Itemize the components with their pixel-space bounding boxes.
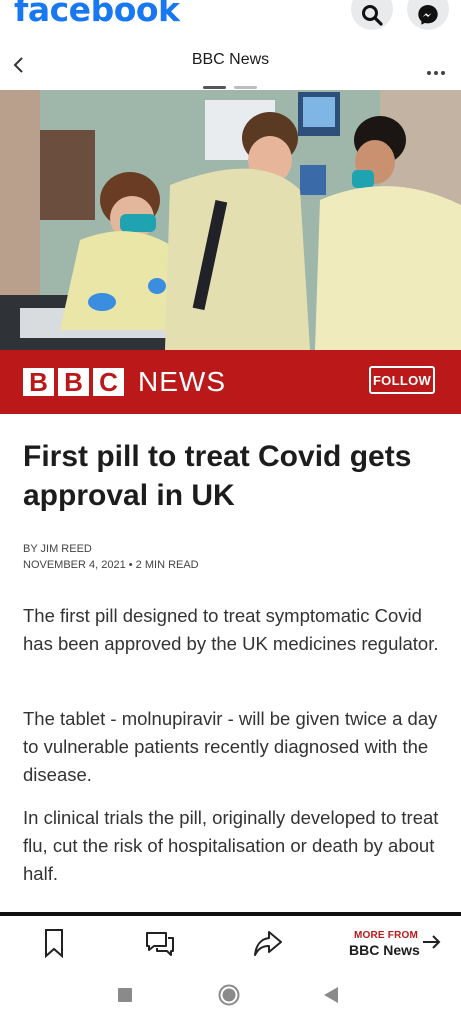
article-dateline: NOVEMBER 4, 2021 • 2 MIN READ (23, 559, 199, 571)
news-wordmark: NEWS (138, 366, 226, 397)
article-byline: BY JIM REED (23, 543, 92, 555)
facebook-logo[interactable]: facebook (14, 0, 180, 29)
article-toolbar: MORE FROM BBC News (0, 916, 461, 970)
system-nav-bar (0, 970, 461, 1024)
more-from-link[interactable]: MORE FROM BBC News (349, 930, 420, 958)
bbc-logo-letter: B (58, 368, 89, 396)
search-button[interactable] (351, 0, 393, 30)
page-title: BBC News (191, 51, 270, 68)
more-from-label: MORE FROM (354, 930, 419, 941)
hero-photo-illustration (0, 90, 461, 350)
triangle-back-icon[interactable] (324, 987, 338, 1003)
messenger-icon (418, 5, 438, 25)
comment-icon[interactable] (144, 928, 176, 958)
bookmark-icon[interactable] (44, 928, 64, 958)
follow-button[interactable]: FOLLOW (369, 366, 435, 394)
facebook-top-bar: facebook (0, 0, 461, 32)
bbc-logo-letter: B (23, 368, 54, 396)
publisher-banner: B B C NEWS FOLLOW (0, 350, 461, 414)
more-from-source: BBC News (349, 942, 420, 958)
page-indicator-active (203, 86, 226, 89)
more-dots-icon[interactable] (424, 62, 445, 80)
circle-icon[interactable] (218, 984, 240, 1006)
article-paragraph: In clinical trials the pill, originally … (23, 807, 439, 884)
search-icon (362, 5, 383, 26)
bbc-logo[interactable]: B B C (23, 368, 128, 396)
bbc-logo-letter: C (93, 368, 124, 396)
square-icon[interactable] (118, 988, 132, 1002)
messenger-button[interactable] (407, 0, 449, 30)
page-header: BBC News (0, 40, 461, 90)
page-indicator-inactive (234, 86, 257, 89)
article-paragraph: The first pill designed to treat symptom… (23, 605, 439, 654)
article-paragraph: The tablet - molnupiravir - will be give… (23, 708, 438, 785)
arrow-right-icon[interactable] (422, 934, 442, 950)
share-icon[interactable] (252, 928, 284, 958)
article-hero-image (0, 90, 461, 350)
article-headline: First pill to treat Covid gets approval … (23, 440, 412, 512)
